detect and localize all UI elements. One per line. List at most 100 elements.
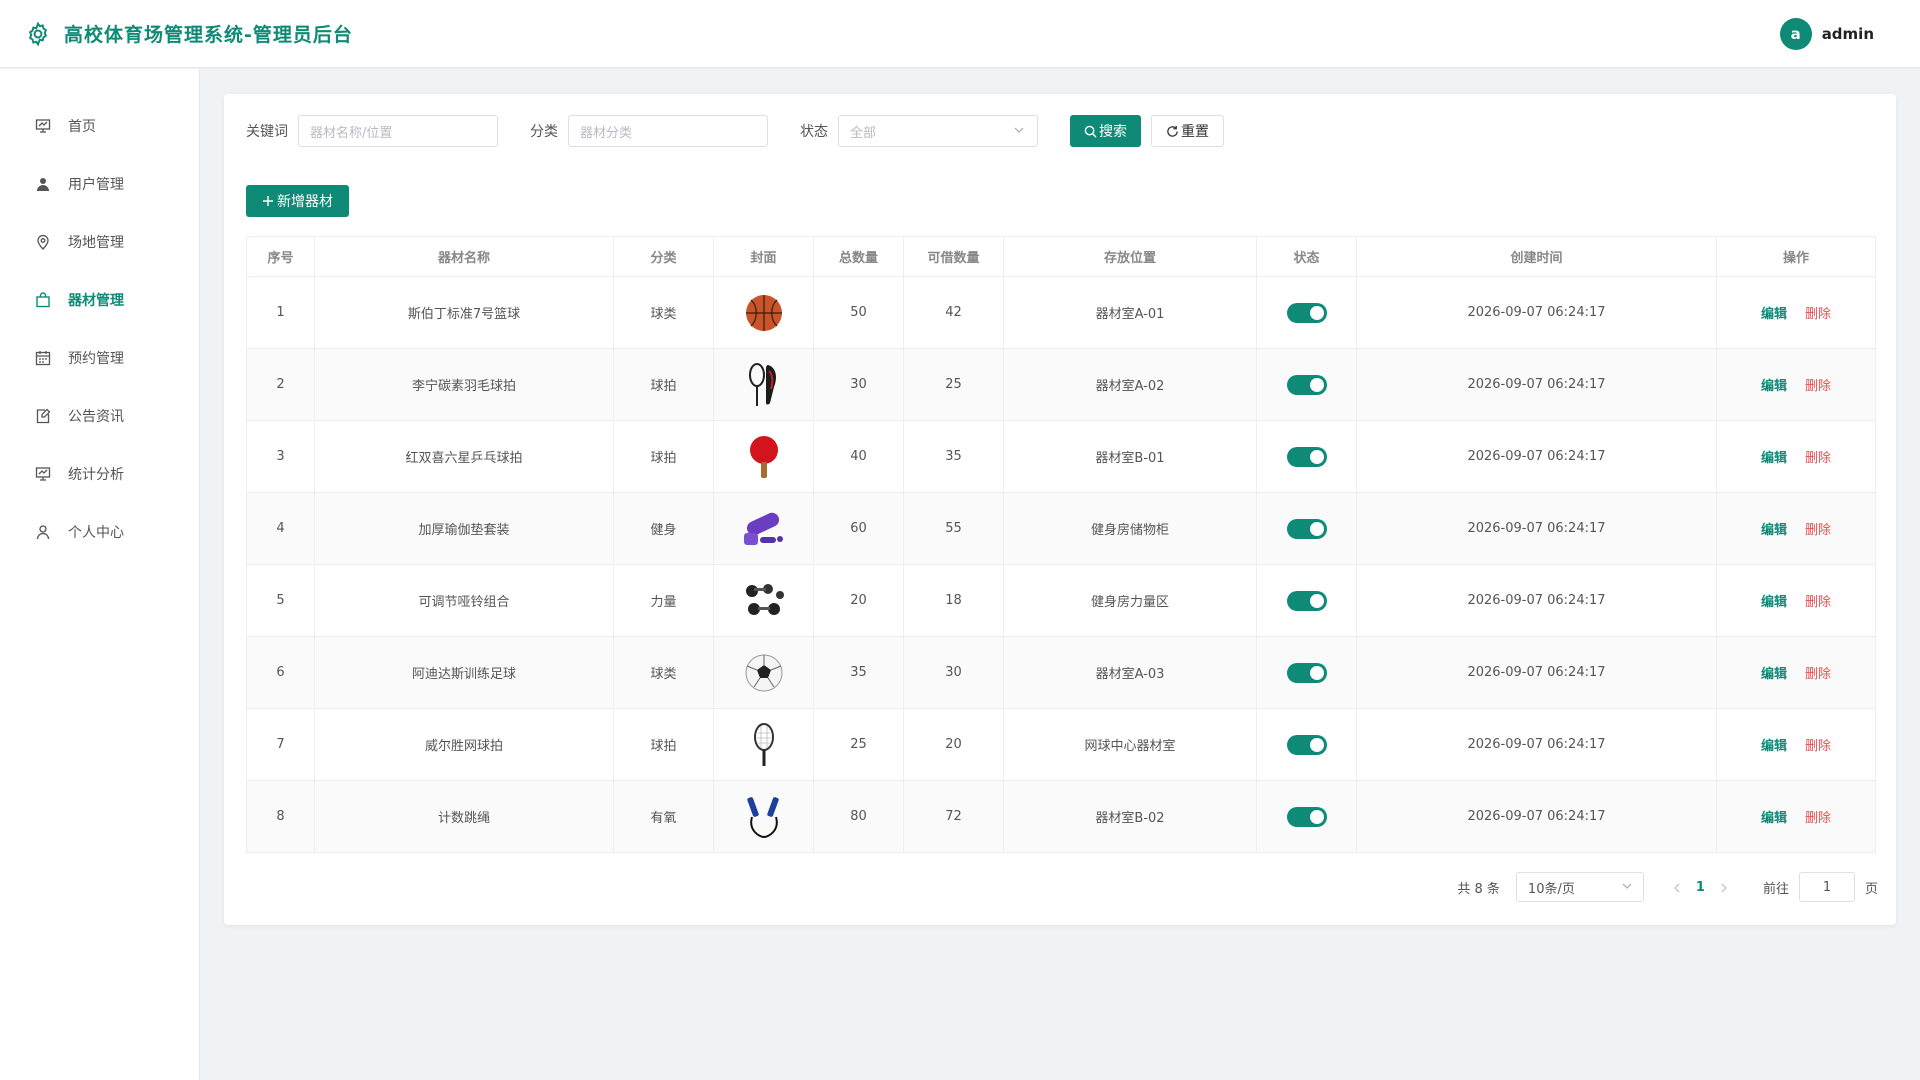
sidebar-item-statistics[interactable]: 统计分析	[0, 445, 199, 503]
brand: 高校体育场管理系统-管理员后台	[24, 20, 353, 48]
cell-location: 器材室A-03	[1003, 636, 1257, 709]
table-row: 8 计数跳绳 有氧 80 72 器材室B-02 2026-09-07 06:24:17 编辑 删…	[246, 780, 1876, 853]
status-toggle[interactable]	[1286, 662, 1327, 683]
cell-index: 7	[246, 708, 315, 781]
status-select[interactable]: 全部	[838, 115, 1038, 147]
column-header: 创建时间	[1356, 236, 1717, 277]
keyword-input[interactable]: 器材名称/位置	[298, 115, 498, 147]
cell-status	[1256, 780, 1357, 853]
delete-button[interactable]: 删除	[1805, 451, 1831, 466]
edit-button[interactable]: 编辑	[1761, 739, 1787, 754]
status-toggle[interactable]	[1286, 590, 1327, 611]
edit-button[interactable]: 编辑	[1761, 667, 1787, 682]
status-select-value: 全部	[850, 125, 877, 141]
delete-button[interactable]: 删除	[1805, 667, 1831, 682]
cell-location: 器材室A-02	[1003, 348, 1257, 421]
sidebar-item-reservations[interactable]: 预约管理	[0, 329, 199, 387]
edit-button[interactable]: 编辑	[1761, 307, 1787, 322]
delete-button[interactable]: 删除	[1805, 811, 1831, 826]
delete-button[interactable]: 删除	[1805, 307, 1831, 322]
keyword-label: 关键词	[246, 124, 288, 140]
edit-button[interactable]: 编辑	[1761, 451, 1787, 466]
cell-total: 40	[813, 420, 904, 493]
notice-icon	[34, 407, 52, 425]
cell-name: 阿迪达斯训练足球	[314, 636, 614, 709]
cell-actions: 编辑 删除	[1716, 780, 1876, 853]
cell-created: 2026-09-07 06:24:17	[1356, 636, 1717, 709]
cell-created: 2026-09-07 06:24:17	[1356, 348, 1717, 421]
goto-page-input[interactable]: 1	[1798, 872, 1855, 902]
cell-created: 2026-09-07 06:24:17	[1356, 276, 1717, 349]
sidebar-item-profile[interactable]: 个人中心	[0, 503, 199, 561]
cell-category: 球拍	[613, 420, 714, 493]
page-suffix: 页	[1864, 881, 1878, 897]
next-page-button[interactable]	[1719, 878, 1729, 897]
cell-index: 3	[246, 420, 315, 493]
edit-button[interactable]: 编辑	[1761, 811, 1787, 826]
sidebar-item-label: 统计分析	[68, 467, 124, 483]
delete-button[interactable]: 删除	[1805, 595, 1831, 610]
sidebar-item-home[interactable]: 首页	[0, 97, 199, 155]
chevron-right-icon	[1721, 883, 1727, 892]
sidebar-item-label: 首页	[68, 119, 96, 135]
sidebar-item-label: 场地管理	[68, 235, 124, 251]
cell-name: 红双喜六星乒乓球拍	[314, 420, 614, 493]
status-toggle[interactable]	[1286, 734, 1327, 755]
table-row: 3 红双喜六星乒乓球拍 球拍 40 35 器材室B-01 2026-09-07 06:24:…	[246, 420, 1876, 493]
cell-actions: 编辑 删除	[1716, 636, 1876, 709]
prev-page-button[interactable]	[1672, 878, 1682, 897]
avatar[interactable]: a	[1779, 18, 1812, 50]
status-toggle[interactable]	[1286, 374, 1327, 395]
username[interactable]: admin	[1822, 25, 1874, 43]
delete-button[interactable]: 删除	[1805, 379, 1831, 394]
page-number-current[interactable]: 1	[1696, 880, 1705, 895]
column-header: 序号	[246, 236, 315, 277]
sidebar-item-equipment[interactable]: 器材管理	[0, 271, 199, 329]
cell-created: 2026-09-07 06:24:17	[1356, 492, 1717, 565]
page-size-select[interactable]: 10条/页	[1515, 872, 1644, 902]
column-header: 总数量	[813, 236, 904, 277]
table-row: 1 斯伯丁标准7号篮球 球类 50 42 器材室A-01 2026-09-07 06:24:…	[246, 276, 1876, 349]
reset-button[interactable]: 重置	[1151, 115, 1224, 147]
status-toggle[interactable]	[1286, 302, 1327, 323]
delete-button[interactable]: 删除	[1805, 523, 1831, 538]
cell-category: 健身	[613, 492, 714, 565]
cell-name: 斯伯丁标准7号篮球	[314, 276, 614, 349]
sidebar-item-notices[interactable]: 公告资讯	[0, 387, 199, 445]
search-button[interactable]: 搜索	[1070, 115, 1141, 147]
cell-total: 25	[813, 708, 904, 781]
location-icon	[34, 233, 52, 251]
tennis-racket-image	[740, 721, 788, 769]
sidebar-item-users[interactable]: 用户管理	[0, 155, 199, 213]
search-icon	[1084, 125, 1097, 138]
cell-status	[1256, 348, 1357, 421]
sidebar-item-label: 个人中心	[68, 525, 124, 541]
edit-button[interactable]: 编辑	[1761, 523, 1787, 538]
cell-total: 20	[813, 564, 904, 637]
sidebar-item-label: 用户管理	[68, 177, 124, 193]
cell-total: 30	[813, 348, 904, 421]
delete-button[interactable]: 删除	[1805, 739, 1831, 754]
plus-icon	[262, 195, 274, 207]
person-icon	[34, 523, 52, 541]
cell-status	[1256, 492, 1357, 565]
equipment-table: 序号 器材名称 分类 封面 总数量 可借数量 存放位置 状态 创建时间 操作 1…	[246, 236, 1876, 853]
edit-button[interactable]: 编辑	[1761, 379, 1787, 394]
cell-available: 18	[903, 564, 1004, 637]
status-toggle[interactable]	[1286, 518, 1327, 539]
user-menu[interactable]: a admin	[1779, 18, 1874, 50]
sidebar-item-venues[interactable]: 场地管理	[0, 213, 199, 271]
status-toggle[interactable]	[1286, 806, 1327, 827]
status-toggle[interactable]	[1286, 446, 1327, 467]
chevron-down-icon	[1013, 124, 1025, 139]
yoga-mat-image	[740, 505, 788, 553]
cell-actions: 编辑 删除	[1716, 276, 1876, 349]
cell-name: 可调节哑铃组合	[314, 564, 614, 637]
category-input[interactable]: 器材分类	[568, 115, 768, 147]
cell-index: 2	[246, 348, 315, 421]
cell-cover	[713, 636, 814, 709]
add-equipment-button[interactable]: 新增器材	[246, 185, 349, 217]
edit-button[interactable]: 编辑	[1761, 595, 1787, 610]
reset-button-label: 重置	[1181, 124, 1209, 140]
sidebar-item-label: 预约管理	[68, 351, 124, 367]
